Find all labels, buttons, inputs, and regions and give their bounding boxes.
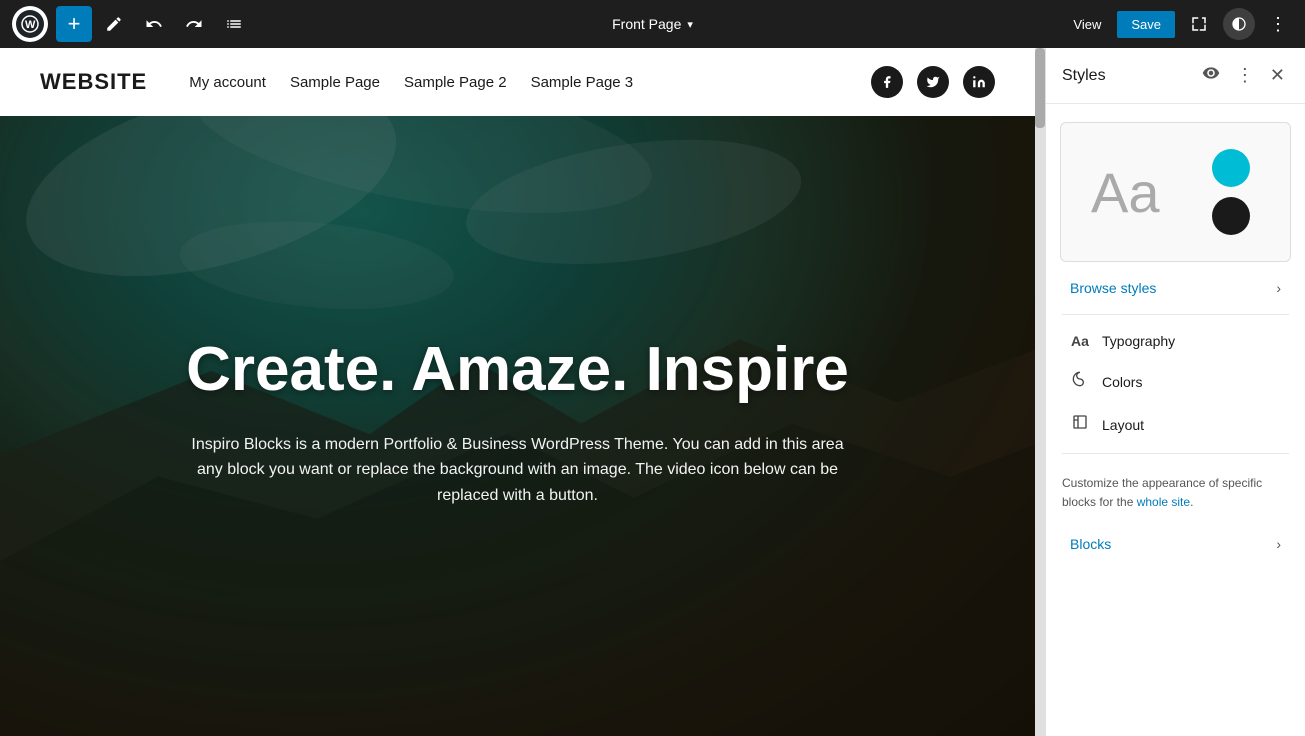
close-icon: ✕ bbox=[1270, 65, 1285, 85]
nav-sample-page[interactable]: Sample Page bbox=[290, 74, 380, 91]
dark-mode-icon bbox=[1231, 16, 1247, 32]
preview-dots bbox=[1212, 149, 1250, 235]
whole-site-link[interactable]: whole site bbox=[1137, 495, 1190, 509]
hero-section: Create. Amaze. Inspire Inspiro Blocks is… bbox=[0, 48, 1035, 736]
layout-label: Layout bbox=[1102, 417, 1281, 433]
panel-close-button[interactable]: ✕ bbox=[1266, 63, 1289, 88]
nav-sample-page-3[interactable]: Sample Page 3 bbox=[531, 74, 634, 91]
blocks-chevron-icon: › bbox=[1276, 536, 1281, 552]
toolbar-right: View Save ⋮ bbox=[1065, 8, 1293, 40]
wp-logo[interactable]: W bbox=[12, 6, 48, 42]
nav-my-account[interactable]: My account bbox=[189, 74, 266, 91]
kebab-menu-button[interactable]: ⋮ bbox=[1263, 10, 1293, 39]
halfscreen-button[interactable] bbox=[1183, 8, 1215, 40]
blocks-label: Blocks bbox=[1070, 536, 1276, 552]
nav-sample-page-2[interactable]: Sample Page 2 bbox=[404, 74, 507, 91]
customize-text: Customize the appearance of specific blo… bbox=[1046, 462, 1305, 524]
site-preview: WEBSITE My account Sample Page Sample Pa… bbox=[0, 48, 1045, 736]
panel-divider-2 bbox=[1062, 453, 1289, 454]
svg-text:W: W bbox=[25, 19, 36, 31]
teal-dot bbox=[1212, 149, 1250, 187]
site-header: WEBSITE My account Sample Page Sample Pa… bbox=[0, 48, 1035, 116]
panel-header: Styles ⋮ ✕ bbox=[1046, 48, 1305, 104]
wordpress-icon: W bbox=[21, 15, 39, 33]
site-nav: My account Sample Page Sample Page 2 Sam… bbox=[189, 74, 839, 91]
hero-title: Create. Amaze. Inspire bbox=[178, 336, 858, 404]
typography-label: Typography bbox=[1102, 333, 1281, 349]
more-icon: ⋮ bbox=[1236, 65, 1254, 85]
linkedin-icon[interactable] bbox=[963, 66, 995, 98]
styles-panel: Styles ⋮ ✕ Aa bbox=[1045, 48, 1305, 736]
scrollbar-thumb[interactable] bbox=[1035, 48, 1045, 128]
panel-more-button[interactable]: ⋮ bbox=[1232, 63, 1258, 88]
typography-item[interactable]: Aa Typography bbox=[1054, 323, 1297, 359]
typography-icon: Aa bbox=[1070, 333, 1090, 349]
panel-eye-button[interactable] bbox=[1198, 62, 1224, 89]
edit-button[interactable] bbox=[96, 6, 132, 42]
layout-icon bbox=[1070, 414, 1090, 435]
layout-item[interactable]: Layout bbox=[1054, 404, 1297, 445]
colors-label: Colors bbox=[1102, 374, 1281, 390]
browse-chevron-icon: › bbox=[1276, 280, 1281, 296]
toolbar: W + bbox=[0, 0, 1305, 48]
preview-aa-text: Aa bbox=[1091, 160, 1160, 225]
colors-icon bbox=[1070, 371, 1090, 392]
panel-title: Styles bbox=[1062, 67, 1190, 85]
pencil-icon bbox=[105, 15, 123, 33]
add-block-button[interactable]: + bbox=[56, 6, 92, 42]
facebook-icon[interactable] bbox=[871, 66, 903, 98]
list-view-button[interactable] bbox=[216, 6, 252, 42]
eye-icon bbox=[1202, 64, 1220, 82]
panel-divider-1 bbox=[1062, 314, 1289, 315]
main-area: WEBSITE My account Sample Page Sample Pa… bbox=[0, 48, 1305, 736]
style-preview-card: Aa bbox=[1060, 122, 1291, 262]
blocks-row[interactable]: Blocks › bbox=[1054, 526, 1297, 562]
canvas-area: WEBSITE My account Sample Page Sample Pa… bbox=[0, 48, 1045, 736]
site-logo: WEBSITE bbox=[40, 69, 147, 95]
colors-item[interactable]: Colors bbox=[1054, 361, 1297, 402]
halfscreen-icon bbox=[1190, 15, 1208, 33]
undo-icon bbox=[145, 15, 163, 33]
list-view-icon bbox=[225, 15, 243, 33]
scrollbar[interactable] bbox=[1035, 48, 1045, 736]
wp-logo-inner: W bbox=[16, 10, 44, 38]
view-button[interactable]: View bbox=[1065, 11, 1109, 38]
twitter-icon[interactable] bbox=[917, 66, 949, 98]
save-button[interactable]: Save bbox=[1117, 11, 1175, 38]
redo-button[interactable] bbox=[176, 6, 212, 42]
toolbar-left: W + bbox=[12, 6, 252, 42]
browse-styles-label: Browse styles bbox=[1070, 280, 1276, 296]
redo-icon bbox=[185, 15, 203, 33]
panel-body: Aa Browse styles › Aa Typography bbox=[1046, 104, 1305, 736]
dropdown-arrow-icon: ▾ bbox=[687, 18, 693, 31]
undo-button[interactable] bbox=[136, 6, 172, 42]
hero-subtitle: Inspiro Blocks is a modern Portfolio & B… bbox=[178, 432, 858, 509]
dark-mode-button[interactable] bbox=[1223, 8, 1255, 40]
black-dot bbox=[1212, 197, 1250, 235]
browse-styles-row[interactable]: Browse styles › bbox=[1054, 270, 1297, 306]
page-title-center[interactable]: Front Page ▾ bbox=[612, 16, 693, 32]
hero-content: Create. Amaze. Inspire Inspiro Blocks is… bbox=[138, 336, 898, 509]
page-title-text: Front Page bbox=[612, 16, 681, 32]
social-icons bbox=[871, 66, 995, 98]
